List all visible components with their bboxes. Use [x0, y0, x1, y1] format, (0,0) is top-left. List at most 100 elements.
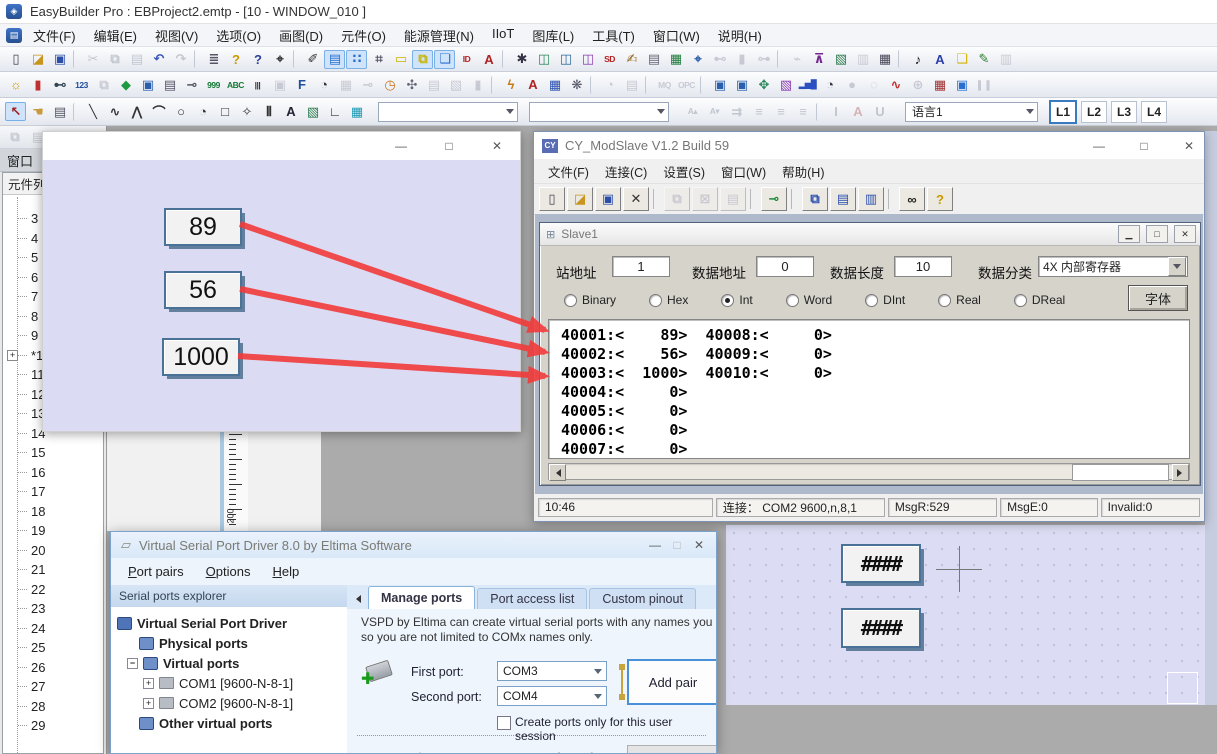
numeric-value-box[interactable]: 1000	[162, 338, 240, 376]
function-key-icon[interactable]: F	[291, 75, 312, 94]
print-icon[interactable]: ≣	[203, 50, 224, 69]
line-tool-icon[interactable]: ╲	[82, 102, 103, 121]
redo-icon[interactable]: ↷	[170, 50, 191, 69]
align-right-icon[interactable]: ≡	[792, 102, 813, 121]
chevron-down-icon[interactable]	[1168, 257, 1186, 276]
expand-icon[interactable]: +	[143, 678, 154, 689]
menu-port-pairs[interactable]: Port pairs	[119, 562, 193, 581]
separator[interactable]	[590, 76, 596, 94]
ellipse-tool-icon[interactable]: ○	[170, 102, 191, 121]
paste-station-icon[interactable]: ▤	[720, 187, 746, 211]
separator[interactable]	[700, 76, 706, 94]
window-tree-item[interactable]: 19	[3, 521, 103, 541]
simulation-titlebar[interactable]: — □ ✕	[43, 132, 520, 160]
function-switch-icon[interactable]: ◆	[115, 75, 136, 94]
scheduler-icon[interactable]: ◷	[379, 75, 400, 94]
separator[interactable]	[750, 189, 757, 209]
system-parameters-icon[interactable]: ☼	[5, 75, 26, 94]
history-table-icon[interactable]: ▦	[929, 75, 950, 94]
window-new-icon[interactable]: ⧉	[4, 128, 25, 147]
offline-simulation-icon[interactable]: ◫	[555, 50, 576, 69]
shape-library-icon[interactable]: ▥	[852, 50, 873, 69]
horizontal-scrollbar[interactable]	[548, 463, 1190, 480]
window-tree-item[interactable]: 17	[3, 482, 103, 502]
find-element-icon[interactable]: ⌖	[269, 50, 290, 69]
separator[interactable]	[502, 50, 508, 68]
align-center-icon[interactable]: ≡	[770, 102, 791, 121]
disk-icon[interactable]: ▮	[731, 50, 752, 69]
numeric-display-object[interactable]: ####	[841, 544, 921, 583]
tab-port-access-list[interactable]: Port access list	[477, 588, 587, 609]
data-sampling-icon[interactable]: ✣	[401, 75, 422, 94]
clock-icon[interactable]: ◔	[313, 75, 334, 94]
copy-icon[interactable]: ⧉	[104, 50, 125, 69]
numeric-value-box[interactable]: 89	[164, 208, 242, 246]
radio-word[interactable]: Word	[786, 293, 832, 307]
toggle-switch-icon[interactable]: ⊷	[49, 75, 70, 94]
menu-item[interactable]: 设置(S)	[655, 160, 713, 183]
window-tree-item[interactable]: 20	[3, 541, 103, 561]
help-icon[interactable]: ?	[927, 187, 953, 211]
italic-icon[interactable]: I	[825, 102, 846, 121]
find-icon[interactable]: ∞	[899, 187, 925, 211]
separator[interactable]	[791, 189, 798, 209]
picture-combo[interactable]	[529, 102, 669, 122]
language-combo[interactable]: 语言1	[905, 102, 1038, 122]
separator[interactable]	[898, 50, 904, 68]
group-box-icon[interactable]: ▣	[269, 75, 290, 94]
menu-item[interactable]: 文件(F)	[24, 24, 85, 47]
pen-style-icon[interactable]: ✐	[302, 50, 323, 69]
hand-tool-icon[interactable]: ☚	[27, 102, 48, 121]
copy-station-icon[interactable]: ⧉	[664, 187, 690, 211]
underline-icon[interactable]: U	[869, 102, 890, 121]
polygon-tool-icon[interactable]: ✧	[236, 102, 257, 121]
separator[interactable]	[293, 50, 299, 68]
grid-icon[interactable]: ∷	[346, 50, 367, 69]
restore-button[interactable]: □	[1146, 225, 1168, 243]
menu-item[interactable]: 能源管理(N)	[395, 24, 483, 47]
meter-display-icon[interactable]: ◔	[819, 75, 840, 94]
separator[interactable]	[777, 50, 783, 68]
radio-dreal[interactable]: DReal	[1014, 293, 1065, 307]
resource-icon[interactable]: ▥	[995, 50, 1016, 69]
tab-scroll-left-button[interactable]	[351, 591, 364, 607]
align-left-icon[interactable]: ≡	[748, 102, 769, 121]
tree-item-other-virtual-ports[interactable]: Other virtual ports	[117, 713, 347, 733]
gear-timer-icon[interactable]: ❋	[566, 75, 587, 94]
separator[interactable]	[194, 50, 200, 68]
string-editor-icon[interactable]: ✎	[973, 50, 994, 69]
minimize-button[interactable]: ▁	[1118, 225, 1140, 243]
menu-options[interactable]: Options	[197, 562, 260, 581]
separator[interactable]	[816, 103, 822, 121]
font-shrink-icon[interactable]: A▾	[704, 102, 725, 121]
window-tree-item[interactable]: 25	[3, 638, 103, 658]
state-button[interactable]: L1	[1049, 100, 1077, 124]
font-enlarge-icon[interactable]: A▴	[682, 102, 703, 121]
chain-icon[interactable]: ⊸	[357, 75, 378, 94]
separator[interactable]	[645, 76, 651, 94]
combo-button-icon[interactable]: ⧉	[93, 75, 114, 94]
session-checkbox[interactable]	[497, 716, 511, 730]
state-button[interactable]: L3	[1111, 101, 1137, 123]
tree-item-physical-ports[interactable]: Physical ports	[117, 633, 347, 653]
radio-dint[interactable]: DInt	[865, 293, 905, 307]
menu-item[interactable]: 画图(D)	[270, 24, 332, 47]
register-list[interactable]: 40001:< 89> 40008:< 0>40002:< 56> 40009:…	[548, 319, 1190, 459]
scroll-right-button[interactable]	[1172, 464, 1189, 481]
word-watch-icon[interactable]: ▣	[731, 75, 752, 94]
minimize-button[interactable]: —	[648, 538, 662, 552]
close-button[interactable]: ✕	[1174, 225, 1196, 243]
id-display-icon[interactable]: ID	[456, 50, 477, 69]
connect-icon[interactable]: ⊸	[761, 187, 787, 211]
move-object-icon[interactable]: ✥	[753, 75, 774, 94]
scroll-left-button[interactable]	[549, 464, 566, 481]
ring-shape-icon[interactable]: ◌	[863, 75, 884, 94]
spline-tool-icon[interactable]: ∿	[104, 102, 125, 121]
separator[interactable]	[73, 103, 79, 121]
data-address-input[interactable]: 0	[756, 256, 814, 277]
window-tree-item[interactable]: 18	[3, 502, 103, 522]
menu-item[interactable]: 图库(L)	[523, 24, 583, 47]
data-category-select[interactable]: 4X 内部寄存器	[1038, 256, 1188, 277]
open-icon[interactable]: ◪	[567, 187, 593, 211]
radio-int[interactable]: Int	[721, 293, 752, 307]
